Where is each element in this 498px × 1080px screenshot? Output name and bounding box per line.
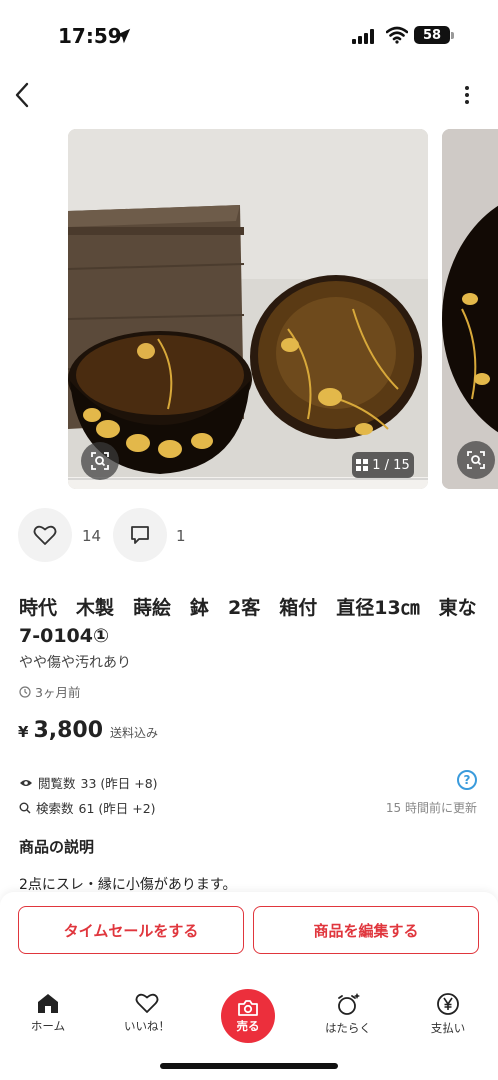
grid-icon bbox=[356, 459, 369, 471]
status-bar: 17:59 58 bbox=[0, 0, 498, 70]
eye-icon bbox=[20, 779, 32, 786]
image-search-button-2[interactable] bbox=[457, 441, 495, 479]
home-icon bbox=[38, 994, 58, 1013]
tab-pay-label: 支払い bbox=[430, 1021, 466, 1035]
home-indicator bbox=[160, 1063, 338, 1069]
scan-search-icon bbox=[91, 452, 109, 470]
scan-search-icon bbox=[467, 451, 485, 469]
description-text: 2点にスレ・縁に小傷があります。 bbox=[19, 877, 237, 893]
lacquer-bowl-image bbox=[442, 129, 498, 489]
product-photo[interactable] bbox=[68, 129, 428, 489]
cellular-signal-icon bbox=[352, 29, 374, 44]
item-condition: やや傷や汚れあり bbox=[19, 655, 131, 671]
views-label: 閲覧数 bbox=[38, 776, 76, 791]
like-button[interactable] bbox=[18, 508, 72, 562]
image-search-button[interactable] bbox=[81, 442, 119, 480]
price: ¥ 3,800 送料込み bbox=[18, 718, 158, 743]
search-label: 検索数 bbox=[36, 801, 74, 816]
yen-circle-icon bbox=[437, 993, 459, 1015]
battery-indicator: 58 bbox=[414, 26, 450, 44]
search-icon bbox=[19, 802, 31, 813]
posted-time: 3ヶ月前 bbox=[19, 682, 80, 701]
photo-counter: 1 / 15 bbox=[352, 452, 414, 478]
updated-time: 15 時間前に更新 bbox=[385, 801, 477, 815]
sell-button[interactable]: 売る bbox=[221, 989, 275, 1043]
timesale-button[interactable]: タイムセールをする bbox=[18, 906, 244, 954]
wifi-icon bbox=[386, 26, 408, 44]
back-chevron-icon[interactable] bbox=[10, 80, 36, 110]
alarm-clock-sparkle-icon bbox=[338, 993, 360, 1015]
sell-label: 売る bbox=[236, 1018, 260, 1033]
heart-icon bbox=[33, 525, 57, 545]
next-product-photo[interactable] bbox=[442, 129, 498, 489]
edit-item-button[interactable]: 商品を編集する bbox=[253, 906, 479, 954]
status-time: 17:59 bbox=[58, 24, 122, 48]
tab-home-label: ホーム bbox=[30, 1019, 66, 1033]
search-value: 61 (昨日 +2) bbox=[78, 801, 156, 816]
like-count: 14 bbox=[82, 527, 102, 545]
tab-work[interactable]: はたらく bbox=[313, 992, 383, 1036]
comment-button[interactable] bbox=[113, 508, 167, 562]
price-amount: 3,800 bbox=[33, 718, 104, 743]
description-heading: 商品の説明 bbox=[19, 838, 95, 856]
tab-pay[interactable]: 支払い bbox=[413, 992, 483, 1036]
camera-icon bbox=[238, 999, 258, 1016]
location-arrow-icon bbox=[115, 28, 131, 44]
tab-home[interactable]: ホーム bbox=[13, 992, 83, 1034]
comment-bubble-icon bbox=[131, 526, 149, 544]
tab-work-label: はたらく bbox=[325, 1021, 371, 1035]
views-value: 33 (昨日 +8) bbox=[80, 776, 158, 791]
heart-icon bbox=[135, 993, 159, 1013]
item-title: 時代 木製 蒔絵 鉢 2客 箱付 直径13㎝ 東な7-0104① bbox=[19, 597, 477, 647]
lacquer-bowls-image bbox=[68, 129, 428, 489]
comment-count: 1 bbox=[176, 527, 186, 545]
views-stat: 閲覧数 33 (昨日 +8) bbox=[19, 773, 158, 792]
clock-icon bbox=[19, 685, 31, 698]
posted-time-text: 3ヶ月前 bbox=[35, 685, 81, 700]
more-vertical-icon[interactable] bbox=[458, 84, 476, 106]
photo-counter-text: 1 / 15 bbox=[372, 457, 410, 473]
battery-tip bbox=[451, 32, 454, 39]
price-currency: ¥ bbox=[18, 723, 29, 741]
tab-likes-label: いいね！ bbox=[124, 1019, 170, 1033]
shipping-included: 送料込み bbox=[110, 726, 159, 740]
help-button[interactable]: ? bbox=[457, 770, 477, 790]
search-stat: 検索数 61 (昨日 +2) bbox=[19, 798, 156, 817]
tab-likes[interactable]: いいね！ bbox=[112, 992, 182, 1034]
